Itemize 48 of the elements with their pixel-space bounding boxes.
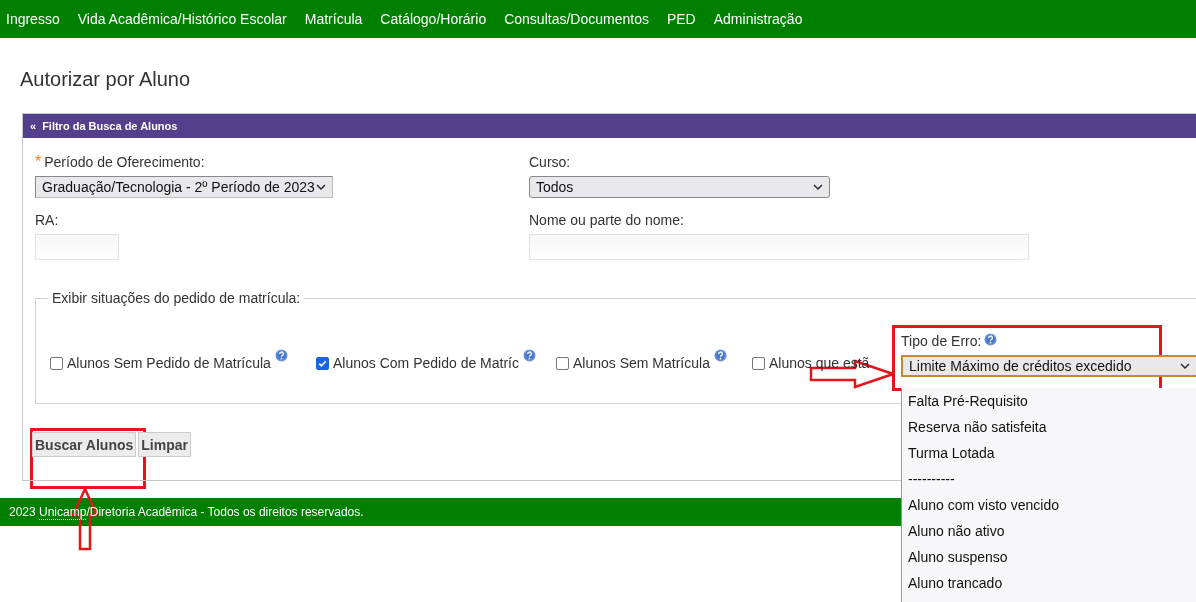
collapse-toggle[interactable]: «	[30, 120, 37, 132]
error-type-select[interactable]: Limite Máximo de créditos excedido	[901, 355, 1196, 377]
search-button[interactable]: Buscar Alunos	[32, 432, 137, 457]
nav-link[interactable]: Ingresso	[6, 11, 60, 27]
nav-link[interactable]: Vida Acadêmica/Histórico Escolar	[77, 11, 287, 27]
name-input-field[interactable]	[529, 234, 1029, 260]
field-label: Período de Oferecimento:	[44, 154, 205, 170]
dropdown-option[interactable]: Reserva não satisfeita	[908, 414, 1196, 440]
nav-link[interactable]: Catálogo/Horário	[380, 11, 487, 27]
panel-title: Filtro da Busca de Alunos	[42, 120, 178, 132]
chevron-icon[interactable]	[316, 184, 326, 190]
dropdown-option[interactable]: Aluno não ativo	[908, 518, 1196, 544]
dropdown-option[interactable]: Falta Pré-Requisito	[908, 388, 1196, 414]
ra-input-field[interactable]	[35, 234, 119, 260]
chevron-icon[interactable]	[1180, 363, 1190, 369]
period-select[interactable]: Graduação/Tecnologia - 2º Período de 2023	[35, 176, 333, 198]
checkbox-label[interactable]: Alunos Sem Pedido de Matrícula	[67, 355, 271, 371]
clear-button[interactable]: Limpar	[138, 432, 191, 457]
dropdown-option[interactable]: ----------	[908, 466, 1196, 492]
checkbox-label[interactable]: Alunos Com Pedido de Matríc	[333, 355, 519, 371]
help-icon[interactable]	[523, 349, 536, 362]
checkbox[interactable]	[50, 356, 63, 370]
nav-link[interactable]: PED	[666, 11, 696, 27]
checkbox[interactable]	[556, 356, 569, 370]
fieldset-legend: Exibir situações do pedido de matrícula:	[48, 290, 305, 306]
nav-link[interactable]: Consultas/Documentos	[504, 11, 649, 27]
course-select[interactable]: Todos	[529, 176, 830, 198]
field-label: Nome ou parte do nome:	[529, 212, 684, 228]
checkbox[interactable]	[316, 356, 329, 370]
required-mark: *	[35, 154, 42, 170]
panel-header[interactable]: « Filtro da Busca de Alunos	[23, 114, 1196, 138]
footer-text: 2023	[9, 505, 37, 519]
checkbox[interactable]	[752, 356, 765, 370]
help-icon[interactable]	[984, 333, 998, 346]
help-icon[interactable]	[713, 349, 727, 362]
field-label: Tipo de Erro:	[901, 333, 982, 349]
page-title: Autorizar por Aluno	[19, 67, 192, 92]
chevron-icon[interactable]	[813, 184, 823, 190]
dropdown-option[interactable]: Aluno com visto vencido	[908, 492, 1196, 518]
field-label: RA:	[35, 212, 59, 228]
dropdown-option[interactable]: Aluno trancado	[908, 570, 1196, 596]
field-label: Curso:	[529, 154, 571, 170]
checkbox-label[interactable]: Alunos Sem Matrícula	[573, 355, 710, 371]
dropdown-option[interactable]: Turma Lotada	[908, 440, 1196, 466]
nav-link[interactable]: Administração	[713, 11, 803, 27]
help-icon[interactable]	[274, 349, 288, 362]
dropdown-option[interactable]: Aluno suspenso	[908, 544, 1196, 570]
nav-link[interactable]: Matrícula	[304, 11, 363, 27]
